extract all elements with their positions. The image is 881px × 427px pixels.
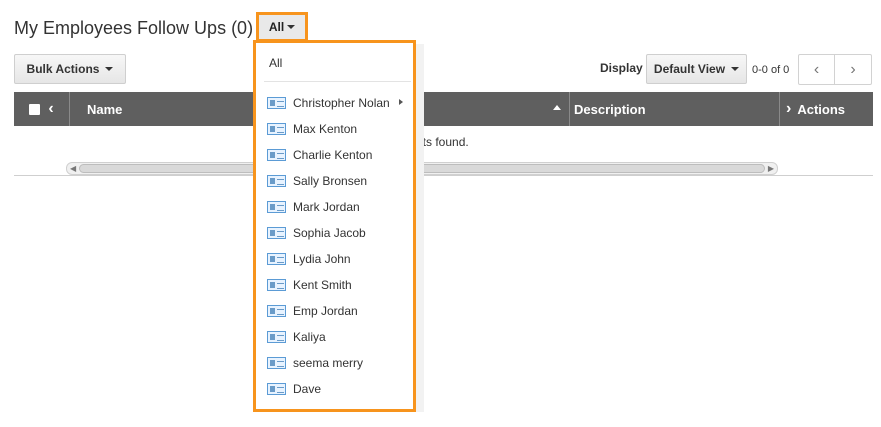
- contact-card-icon: [267, 383, 286, 395]
- view-selector[interactable]: Default View: [646, 54, 747, 84]
- submenu-arrow-icon: [399, 99, 403, 105]
- employee-name-label: seema merry: [293, 356, 364, 370]
- filter-dropdown-button[interactable]: All: [256, 12, 308, 42]
- dropdown-item-employee[interactable]: Dave: [267, 379, 321, 399]
- employee-name-label: Lydia John: [293, 252, 351, 266]
- employee-name-label: Sophia Jacob: [293, 226, 366, 240]
- employee-name-label: Sally Bronsen: [293, 174, 368, 188]
- dropdown-item-employee[interactable]: seema merry: [267, 353, 363, 373]
- divider: [14, 175, 873, 176]
- employee-name-label: Dave: [293, 382, 322, 396]
- next-page-button[interactable]: ›: [835, 54, 872, 85]
- bulk-actions-button[interactable]: Bulk Actions: [14, 54, 126, 84]
- dropdown-item-all[interactable]: All: [269, 56, 282, 70]
- dropdown-shadow: [416, 44, 424, 412]
- page-title: My Employees Follow Ups (0): [14, 18, 254, 38]
- dropdown-item-employee[interactable]: Sally Bronsen: [267, 171, 367, 191]
- caret-down-icon: [287, 25, 296, 29]
- dropdown-item-employee[interactable]: Christopher Nolan: [267, 93, 390, 113]
- scroll-right-icon[interactable]: ▶: [768, 164, 774, 174]
- sort-ascending-icon[interactable]: [553, 105, 561, 110]
- employee-name-label: Kaliya: [293, 330, 326, 344]
- column-actions-label: Actions: [797, 101, 845, 117]
- bulk-actions-label: Bulk Actions: [26, 62, 100, 76]
- employee-name-label: Kent Smith: [293, 278, 352, 292]
- column-description-label: Description: [574, 101, 646, 117]
- column-header-description[interactable]: Description: [570, 92, 780, 126]
- filter-label: All: [268, 20, 285, 34]
- employee-filter-dropdown: All Christopher Nolan Max Kenton Charlie K…: [253, 40, 416, 412]
- chevron-right-icon: ›: [850, 60, 856, 78]
- chevron-left-icon: ‹: [813, 60, 820, 78]
- chevron-right-icon[interactable]: ›: [786, 101, 791, 117]
- display-label: Display: [600, 61, 643, 75]
- caret-down-icon: [105, 67, 114, 71]
- contact-card-icon: [267, 331, 286, 343]
- contact-card-icon: [267, 305, 286, 317]
- dropdown-item-employee[interactable]: Max Kenton: [267, 119, 357, 139]
- chevron-left-icon[interactable]: ‹: [48, 101, 53, 117]
- contact-card-icon: [267, 357, 286, 369]
- contact-card-icon: [267, 253, 286, 265]
- dropdown-item-employee[interactable]: Kent Smith: [267, 275, 352, 295]
- column-header-actions: › Actions: [780, 92, 873, 126]
- column-name-label: Name: [87, 101, 123, 117]
- employee-name-label: Max Kenton: [293, 122, 358, 136]
- grid-header: ‹ Name Description › Actions: [14, 92, 873, 126]
- dropdown-item-employee[interactable]: Charlie Kenton: [267, 145, 372, 165]
- dropdown-item-employee[interactable]: Mark Jordan: [267, 197, 360, 217]
- scroll-left-icon[interactable]: ◀: [70, 164, 76, 174]
- dropdown-item-employee[interactable]: Kaliya: [267, 327, 326, 347]
- select-all-checkbox[interactable]: [29, 103, 41, 115]
- contact-card-icon: [267, 175, 286, 187]
- contact-card-icon: [267, 227, 286, 239]
- previous-page-button[interactable]: ‹: [798, 54, 835, 85]
- dropdown-item-employee[interactable]: Emp Jordan: [267, 301, 358, 321]
- employee-name-label: Mark Jordan: [293, 200, 360, 214]
- employee-name-label: Charlie Kenton: [293, 148, 373, 162]
- pager-count: 0-0 of 0: [752, 64, 790, 76]
- caret-down-icon: [731, 67, 740, 71]
- select-column-header: ‹: [14, 92, 70, 126]
- contact-card-icon: [267, 279, 286, 291]
- contact-card-icon: [267, 149, 286, 161]
- dropdown-item-employee[interactable]: Lydia John: [267, 249, 351, 269]
- contact-card-icon: [267, 123, 286, 135]
- dropdown-item-employee[interactable]: Sophia Jacob: [267, 223, 366, 243]
- dropdown-divider: [264, 81, 411, 82]
- contact-card-icon: [267, 201, 286, 213]
- employee-name-label: Emp Jordan: [293, 304, 358, 318]
- contact-card-icon: [267, 97, 286, 109]
- view-label: Default View: [653, 62, 726, 76]
- employee-name-label: Christopher Nolan: [293, 96, 390, 110]
